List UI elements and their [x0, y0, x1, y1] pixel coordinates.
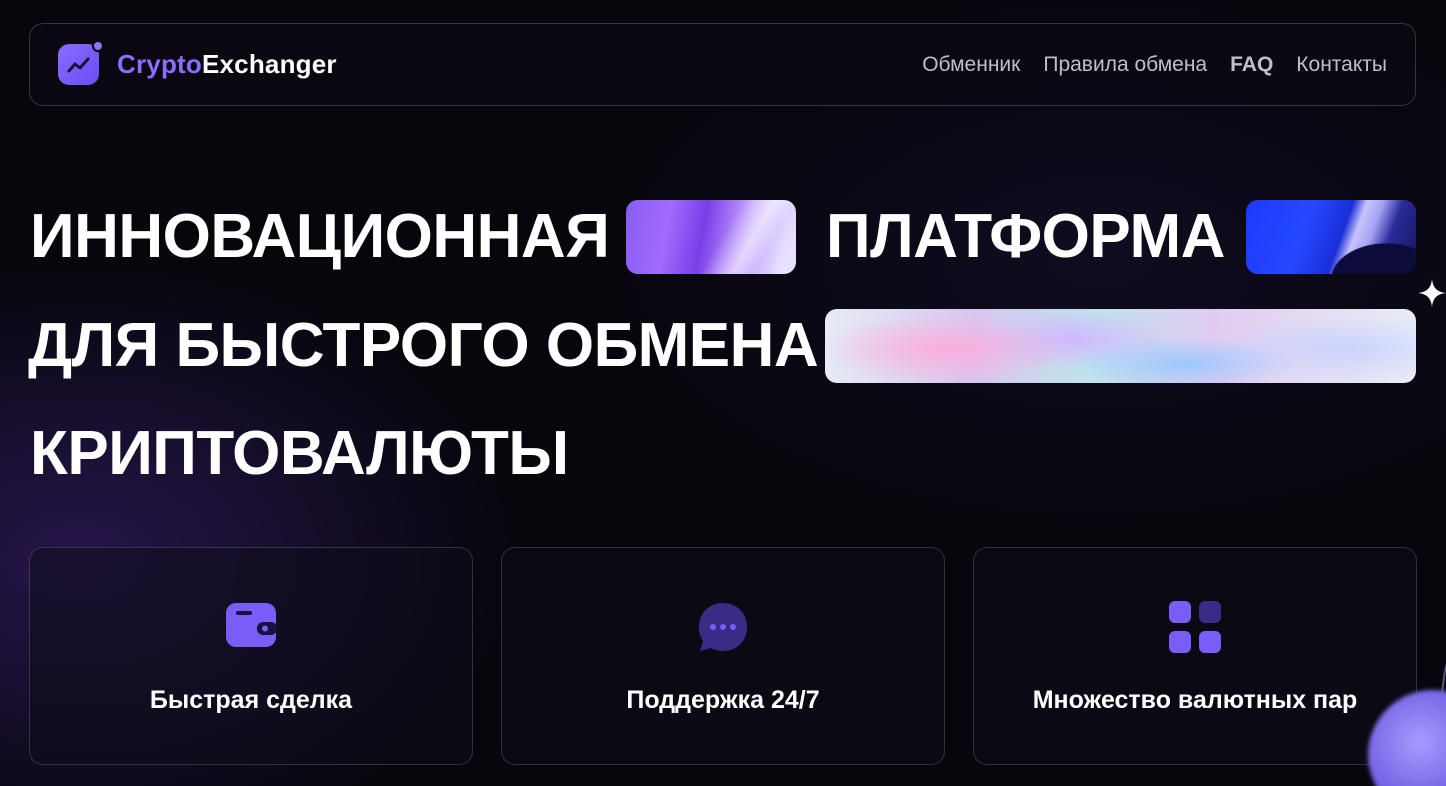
chart-trend-icon — [58, 40, 104, 85]
nav-link-rules[interactable]: Правила обмена — [1043, 53, 1207, 77]
nav-link-faq[interactable]: FAQ — [1230, 53, 1273, 77]
navbar: CryptoExchanger Обменник Правила обмена … — [29, 23, 1416, 106]
nav-link-exchanger[interactable]: Обменник — [922, 53, 1020, 77]
page: CryptoExchanger Обменник Правила обмена … — [0, 0, 1446, 786]
chat-bubble-icon — [697, 601, 749, 658]
hero-word-platform: ПЛАТФОРМА — [826, 202, 1225, 271]
logo[interactable]: CryptoExchanger — [58, 40, 337, 85]
brand-name: CryptoExchanger — [117, 49, 337, 80]
hero-line-crypto: КРИПТОВАЛЮТЫ — [30, 419, 569, 488]
hero-decor-pill-holo — [825, 309, 1416, 383]
hero-decor-pill-blue — [1246, 200, 1416, 274]
hero-line-fast-exchange: ДЛЯ БЫСТРОГО ОБМЕНА — [28, 311, 819, 380]
feature-card-currency-pairs: Множество валютных пар — [973, 547, 1417, 765]
brand-name-rest: Exchanger — [201, 49, 337, 79]
hero-decor-pill-purple — [626, 200, 796, 274]
brand-name-accent: Crypto — [117, 49, 202, 79]
feature-card-fast-deal: Быстрая сделка — [29, 547, 473, 765]
feature-card-support: Поддержка 24/7 — [501, 547, 945, 765]
feature-label: Быстрая сделка — [149, 686, 353, 714]
feature-label: Поддержка 24/7 — [626, 686, 820, 714]
notification-dot — [92, 40, 104, 52]
feature-label: Множество валютных пар — [1032, 686, 1358, 714]
grid-icon — [1169, 601, 1221, 658]
main-nav: Обменник Правила обмена FAQ Контакты — [922, 53, 1387, 77]
wallet-icon — [225, 601, 277, 652]
sparkle-icon — [1418, 279, 1446, 307]
hero-word-innovative: ИННОВАЦИОННАЯ — [30, 202, 610, 271]
nav-link-contacts[interactable]: Контакты — [1296, 53, 1387, 77]
